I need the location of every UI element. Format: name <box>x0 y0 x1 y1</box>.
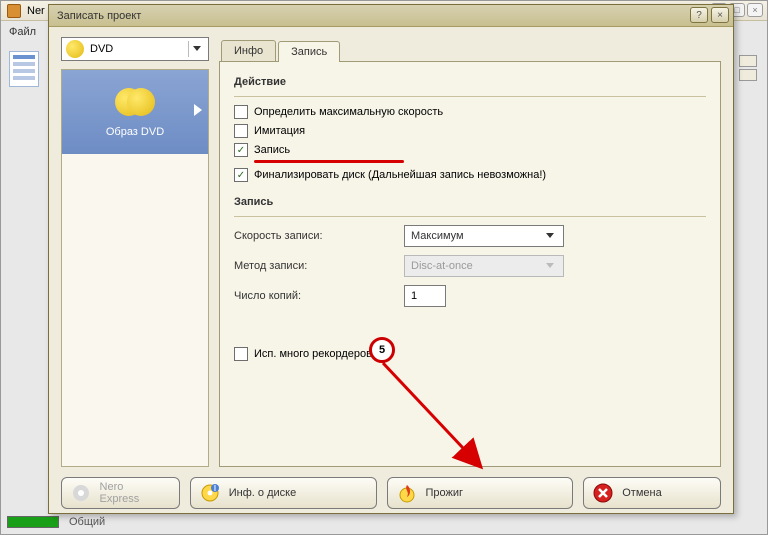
checkbox-icon <box>234 105 248 119</box>
svg-text:i: i <box>214 483 216 494</box>
cancel-button[interactable]: Отмена <box>583 477 721 509</box>
app-icon <box>7 4 21 18</box>
tab-info[interactable]: Инфо <box>221 40 276 61</box>
help-button[interactable]: ? <box>690 7 708 23</box>
checkbox-max-speed[interactable]: Определить максимальную скорость <box>234 105 706 119</box>
info-disc-icon: i <box>199 482 221 504</box>
checkbox-icon <box>234 124 248 138</box>
section-action: Действие <box>234 76 706 88</box>
cancel-icon <box>592 482 614 504</box>
checkbox-checked-icon: ✓ <box>234 143 248 157</box>
label-speed: Скорость записи: <box>234 230 404 242</box>
checkbox-icon <box>234 347 248 361</box>
nero-icon <box>70 482 92 504</box>
checkbox-finalize[interactable]: ✓ Финализировать диск (Дальнейшая запись… <box>234 168 706 182</box>
doc-icon <box>9 51 39 87</box>
checkbox-multi-recorders[interactable]: Исп. много рекордеров <box>234 347 706 361</box>
app-title: Ner <box>27 5 45 17</box>
close-button[interactable]: × <box>711 7 729 23</box>
chevron-down-icon <box>543 229 557 243</box>
chevron-down-icon <box>543 259 557 273</box>
chevron-down-icon <box>188 41 204 57</box>
project-item-dvd-image[interactable]: Образ DVD <box>62 70 208 154</box>
menu-file[interactable]: Файл <box>9 26 36 38</box>
dialog-title: Записать проект <box>57 10 141 22</box>
flame-icon <box>396 482 418 504</box>
project-list: Образ DVD <box>61 69 209 467</box>
nero-express-button: Nero Express <box>61 477 180 509</box>
checkbox-simulation[interactable]: Имитация <box>234 124 706 138</box>
disc-type-select[interactable]: DVD <box>61 37 209 61</box>
annotation-badge-5: 5 <box>369 337 395 363</box>
outer-close-button[interactable]: × <box>747 3 763 17</box>
right-gadget <box>739 55 763 85</box>
select-method: Disc-at-once <box>404 255 564 277</box>
checkbox-write[interactable]: ✓ Запись <box>234 143 706 157</box>
tab-burn[interactable]: Запись <box>278 41 340 62</box>
disc-icon <box>66 40 84 58</box>
burn-button[interactable]: Прожиг <box>387 477 574 509</box>
status-text: Общий <box>69 516 105 528</box>
burn-dialog: Записать проект ? × DVD Образ DVD <box>48 4 734 514</box>
disc-info-button[interactable]: i Инф. о диске <box>190 477 377 509</box>
status-progress <box>7 516 59 528</box>
label-method: Метод записи: <box>234 260 404 272</box>
select-speed[interactable]: Максимум <box>404 225 564 247</box>
input-copies[interactable]: 1 <box>404 285 446 307</box>
disc-type-value: DVD <box>90 43 113 55</box>
chevron-right-icon <box>194 104 202 116</box>
section-burn: Запись <box>234 196 706 208</box>
project-item-label: Образ DVD <box>106 126 164 138</box>
checkbox-checked-icon: ✓ <box>234 168 248 182</box>
label-copies: Число копий: <box>234 290 404 302</box>
annotation-underline <box>254 160 404 163</box>
